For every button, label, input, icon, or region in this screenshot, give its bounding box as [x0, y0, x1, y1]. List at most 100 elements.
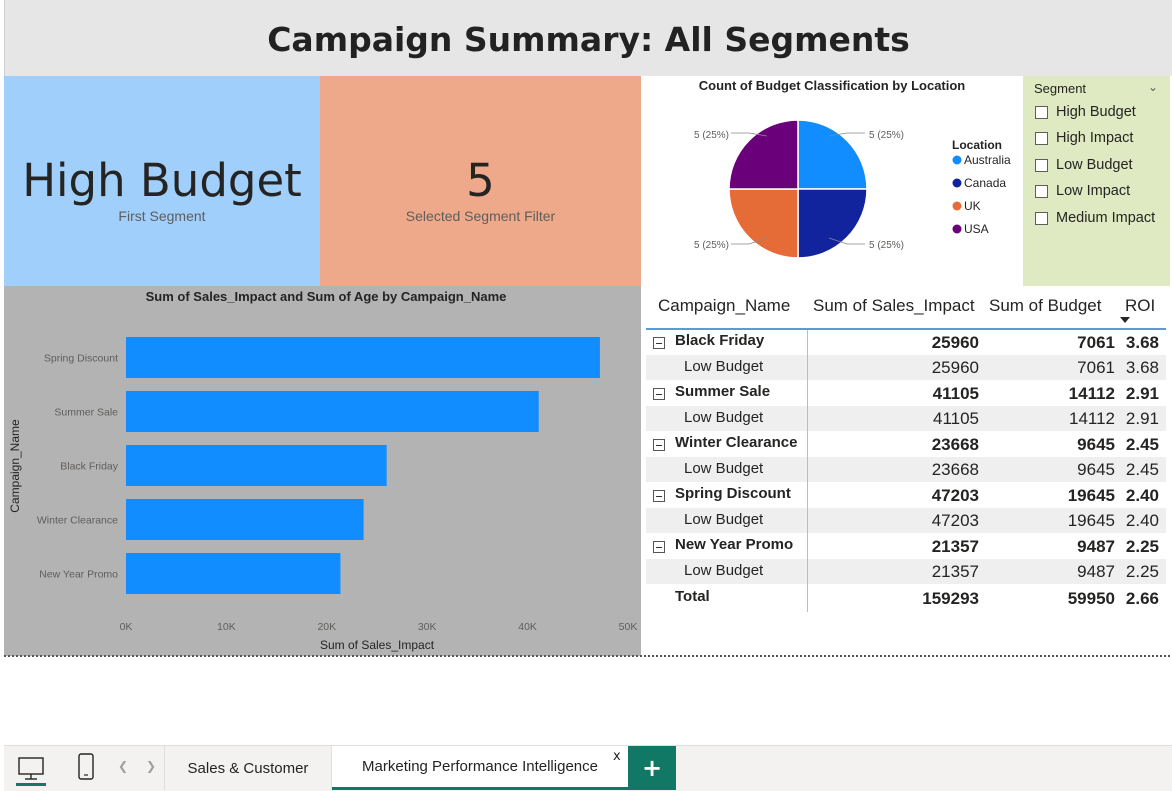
column-header-roi[interactable]: ROI [1125, 296, 1155, 316]
cell-name: Low Budget [684, 562, 764, 579]
slicer-item-high-impact[interactable]: High Impact [1035, 128, 1133, 148]
matrix-table[interactable]: Campaign_Name Sum of Sales_Impact Sum of… [641, 286, 1172, 656]
collapse-icon[interactable] [653, 490, 665, 502]
table-row[interactable]: Black Friday 25960 7061 3.68 [646, 330, 1166, 355]
table-row[interactable]: Low Budget 23668 9645 2.45 [646, 457, 1166, 482]
x-tick-label: 20K [317, 621, 336, 633]
bar-new-year-promo[interactable] [126, 553, 341, 594]
cell-budget: 7061 [1077, 358, 1115, 377]
cell-budget: 14112 [1068, 409, 1115, 428]
pie-slice-usa[interactable] [728, 119, 799, 190]
x-tick-label: 50K [619, 621, 638, 633]
bar-chart-visual[interactable]: Sum of Sales_Impact and Sum of Age by Ca… [4, 286, 641, 656]
pie-chart-visual[interactable]: 5 (25%) 5 (25%) 5 (25%) 5 (25%) Location Aust… [641, 76, 1023, 286]
cell-roi: 2.91 [1125, 384, 1159, 403]
collapse-icon[interactable] [653, 388, 665, 400]
bar-black-friday[interactable] [126, 445, 387, 486]
tab-label: Sales & Customer [187, 759, 309, 777]
table-total-row[interactable]: Total 159293 59950 2.66 [646, 586, 1166, 611]
legend-item-canada[interactable]: Canada [964, 176, 1006, 190]
pie-chart-title: Count of Budget Classification by Locati… [698, 78, 966, 93]
bar-summer-sale[interactable] [126, 391, 539, 432]
legend-marker [952, 224, 962, 234]
add-page-button[interactable]: + [628, 746, 676, 790]
segment-slicer[interactable]: Segment ⌄ High Budget High Impact Low Bu… [1023, 76, 1170, 286]
y-tick-label: Black Friday [60, 461, 119, 473]
cell-roi: 2.66 [1125, 589, 1159, 608]
card-value: High Budget [22, 154, 302, 207]
desktop-view-icon[interactable] [16, 754, 46, 784]
table-row[interactable]: Low Budget 41105 14112 2.91 [646, 406, 1166, 431]
column-header-sales[interactable]: Sum of Sales_Impact [813, 296, 975, 316]
page-tabs-bar: ❮ ❯ Sales & Customer Marketing Performan… [4, 745, 1172, 791]
column-header-campaign[interactable]: Campaign_Name [658, 296, 790, 316]
close-icon[interactable]: x [613, 749, 621, 764]
cell-sales: 47203 [931, 486, 979, 505]
mobile-view-icon[interactable] [76, 753, 96, 781]
segment-filter-card[interactable]: 5 Selected Segment Filter [320, 76, 641, 286]
card-value: 5 [466, 154, 495, 207]
cell-sales: 23668 [931, 435, 979, 454]
bar-chart[interactable]: Sum of Sales_Impact and Sum of Age by Ca… [4, 286, 641, 656]
tab-marketing-performance[interactable]: Marketing Performance Intelligence [332, 746, 628, 790]
collapse-icon[interactable] [653, 439, 665, 451]
cell-budget: 7061 [1077, 333, 1115, 352]
cell-roi: 2.25 [1125, 537, 1159, 556]
cell-sales: 23668 [931, 460, 979, 479]
cell-budget: 14112 [1068, 384, 1115, 403]
cell-sales: 21357 [931, 562, 979, 581]
column-divider [807, 330, 808, 612]
slicer-item-high-budget[interactable]: High Budget [1035, 102, 1136, 122]
chevron-left-icon[interactable]: ❮ [118, 759, 128, 773]
cell-budget: 19645 [1067, 486, 1115, 505]
table-row[interactable]: Summer Sale 41105 14112 2.91 [646, 381, 1166, 406]
checkbox[interactable] [1035, 211, 1048, 225]
table-row[interactable]: Winter Clearance 23668 9645 2.45 [646, 432, 1166, 457]
collapse-icon[interactable] [653, 541, 665, 553]
chevron-right-icon[interactable]: ❯ [146, 759, 156, 773]
slicer-item-label: Medium Impact [1056, 210, 1156, 226]
pie-data-label: 5 (25%) [869, 130, 904, 141]
tab-label: Marketing Performance Intelligence [362, 758, 598, 775]
table-row[interactable]: New Year Promo 21357 9487 2.25 [646, 534, 1166, 559]
pie-slice-canada[interactable] [797, 188, 868, 259]
legend-item-usa[interactable]: USA [964, 222, 989, 236]
cell-sales: 25960 [931, 358, 979, 377]
table-row[interactable]: Spring Discount 47203 19645 2.40 [646, 483, 1166, 508]
legend-title: Location [952, 138, 1002, 152]
column-header-budget[interactable]: Sum of Budget [989, 296, 1101, 316]
table-row[interactable]: Low Budget 21357 9487 2.25 [646, 559, 1166, 584]
tab-sales-customer[interactable]: Sales & Customer [164, 746, 332, 790]
slicer-item-low-impact[interactable]: Low Impact [1035, 181, 1130, 201]
cell-roi: 2.25 [1125, 562, 1159, 581]
legend-marker [952, 155, 962, 165]
legend-item-australia[interactable]: Australia [964, 153, 1011, 167]
table-row[interactable]: Low Budget 47203 19645 2.40 [646, 508, 1166, 533]
slicer-item-medium-impact[interactable]: Medium Impact [1035, 208, 1155, 228]
first-segment-card[interactable]: High Budget First Segment [4, 76, 320, 286]
slicer-item-low-budget[interactable]: Low Budget [1035, 155, 1133, 175]
cell-roi: 2.40 [1125, 511, 1159, 530]
cell-sales: 159293 [922, 589, 979, 608]
chevron-down-icon[interactable]: ⌄ [1148, 80, 1158, 94]
cell-sales: 21357 [931, 537, 979, 556]
checkbox[interactable] [1035, 158, 1048, 172]
sort-desc-icon[interactable] [1120, 317, 1130, 323]
pie-slice-uk[interactable] [728, 188, 799, 259]
bar-winter-clearance[interactable] [126, 499, 364, 540]
collapse-icon[interactable] [653, 337, 665, 349]
checkbox[interactable] [1035, 105, 1048, 119]
legend-item-uk[interactable]: UK [964, 199, 981, 213]
pie-slice-australia[interactable] [797, 119, 868, 190]
cell-budget: 9645 [1077, 460, 1115, 479]
bar-spring-discount[interactable] [126, 337, 600, 378]
checkbox[interactable] [1035, 184, 1048, 198]
canvas-boundary [4, 655, 1170, 657]
pie-chart[interactable]: 5 (25%) 5 (25%) 5 (25%) 5 (25%) LocationAust… [641, 76, 1023, 286]
checkbox[interactable] [1035, 131, 1048, 145]
legend-marker [952, 201, 962, 211]
slicer-item-label: Low Budget [1056, 157, 1133, 173]
y-tick-label: New Year Promo [39, 569, 118, 581]
slicer-title: Segment [1034, 81, 1087, 96]
table-row[interactable]: Low Budget 25960 7061 3.68 [646, 355, 1166, 380]
